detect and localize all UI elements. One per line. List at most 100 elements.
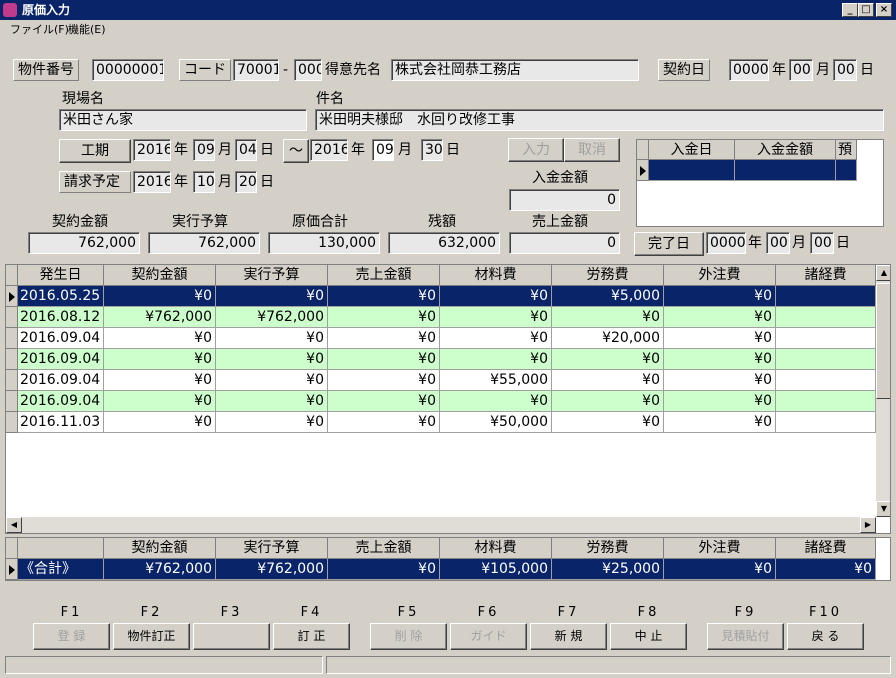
table-cell[interactable]: ¥0	[664, 412, 776, 433]
col-header[interactable]: 外注費	[664, 265, 776, 286]
table-cell[interactable]: 2016.09.04	[18, 370, 104, 391]
table-cell[interactable]	[776, 286, 876, 307]
fkey-button-f10[interactable]: 戻 る	[787, 623, 864, 650]
table-cell[interactable]: ¥0	[104, 370, 216, 391]
deposit-cell[interactable]	[649, 160, 735, 181]
nyukin-amount-field[interactable]: 0	[509, 189, 620, 211]
table-cell[interactable]: ¥762,000	[104, 307, 216, 328]
seikyu-month[interactable]: 10	[193, 171, 215, 193]
table-cell[interactable]: ¥0	[216, 349, 328, 370]
fkey-button-f3[interactable]	[193, 623, 270, 650]
row-indicator[interactable]	[6, 391, 18, 412]
table-cell[interactable]: ¥55,000	[440, 370, 552, 391]
table-cell[interactable]: ¥0	[216, 328, 328, 349]
table-cell[interactable]: ¥0	[104, 412, 216, 433]
col-header[interactable]: 労務費	[552, 265, 664, 286]
input-button[interactable]: 入力	[508, 138, 564, 162]
kouki-to-month[interactable]: 09	[372, 139, 394, 161]
seikyu-day[interactable]: 20	[235, 171, 257, 193]
table-cell[interactable]: ¥0	[664, 328, 776, 349]
kenmei-field[interactable]: 米田明夫様邸 水回り改修工事	[315, 109, 884, 131]
table-cell[interactable]: ¥20,000	[552, 328, 664, 349]
table-cell[interactable]: ¥0	[328, 349, 440, 370]
table-cell[interactable]: ¥0	[664, 349, 776, 370]
table-cell[interactable]: 2016.09.04	[18, 328, 104, 349]
kouki-button[interactable]: 工期	[59, 139, 131, 163]
table-cell[interactable]: ¥0	[440, 349, 552, 370]
kouki-from-day[interactable]: 04	[235, 139, 257, 161]
table-cell[interactable]: ¥0	[440, 328, 552, 349]
table-cell[interactable]: ¥0	[552, 307, 664, 328]
kouki-from-month[interactable]: 09	[193, 139, 215, 161]
row-indicator[interactable]	[6, 286, 18, 307]
table-cell[interactable]: ¥50,000	[440, 412, 552, 433]
table-cell[interactable]	[776, 391, 876, 412]
table-cell[interactable]: ¥0	[104, 391, 216, 412]
code-sub-field[interactable]: 000	[294, 59, 322, 81]
vertical-scrollbar[interactable]: ▲ ▼	[876, 265, 890, 517]
scroll-right-icon[interactable]: ▶	[860, 517, 876, 533]
fkey-button-f2[interactable]: 物件訂正	[113, 623, 190, 650]
table-cell[interactable]: ¥0	[440, 307, 552, 328]
deposit-cell[interactable]	[735, 160, 836, 181]
col-header[interactable]: 諸経費	[776, 265, 876, 286]
table-cell[interactable]: ¥0	[216, 412, 328, 433]
genba-field[interactable]: 米田さん家	[59, 109, 307, 131]
table-cell[interactable]: ¥0	[328, 286, 440, 307]
keiyaku-month[interactable]: 00	[789, 59, 813, 81]
fkey-button-f7[interactable]: 新 規	[530, 623, 607, 650]
table-cell[interactable]: ¥0	[552, 412, 664, 433]
table-cell[interactable]: ¥762,000	[216, 307, 328, 328]
table-cell[interactable]: 2016.09.04	[18, 391, 104, 412]
table-cell[interactable]	[776, 328, 876, 349]
menu-function[interactable]: 機能(E)	[68, 20, 106, 40]
table-cell[interactable]: ¥0	[216, 391, 328, 412]
deposit-grid[interactable]: 入金日 入金金額 預	[636, 139, 884, 227]
row-indicator[interactable]	[6, 349, 18, 370]
row-indicator[interactable]	[6, 412, 18, 433]
kanryo-button[interactable]: 完了日	[634, 232, 704, 256]
kouki-to-day[interactable]: 30	[421, 139, 443, 161]
col-header[interactable]: 発生日	[18, 265, 104, 286]
scroll-up-icon[interactable]: ▲	[876, 265, 890, 281]
table-cell[interactable]: ¥0	[440, 286, 552, 307]
menu-file[interactable]: ファイル(F)	[10, 20, 69, 40]
table-cell[interactable]: ¥0	[328, 328, 440, 349]
table-cell[interactable]: 2016.11.03	[18, 412, 104, 433]
table-cell[interactable]: 2016.05.25	[18, 286, 104, 307]
table-cell[interactable]	[776, 370, 876, 391]
kanryo-day[interactable]: 00	[810, 232, 834, 254]
scroll-down-icon[interactable]: ▼	[876, 501, 890, 517]
horizontal-scrollbar[interactable]: ◀ ▶	[6, 517, 876, 533]
bukken-field[interactable]: 00000001	[92, 59, 164, 81]
col-header[interactable]: 売上金額	[328, 265, 440, 286]
table-cell[interactable]: ¥0	[104, 349, 216, 370]
table-cell[interactable]	[776, 349, 876, 370]
fkey-button-f9[interactable]: 見積貼付	[707, 623, 784, 650]
total-grid[interactable]: 契約金額 実行予算 売上金額 材料費 労務費 外注費 諸経費 《合計》 ¥762,000 ¥762…	[5, 537, 891, 581]
table-cell[interactable]: ¥0	[440, 391, 552, 412]
table-cell[interactable]: ¥0	[328, 391, 440, 412]
cancel-button[interactable]: 取消	[564, 138, 620, 162]
table-cell[interactable]	[776, 412, 876, 433]
col-header[interactable]: 契約金額	[104, 265, 216, 286]
table-cell[interactable]: ¥0	[328, 307, 440, 328]
kouki-from-year[interactable]: 2016	[133, 139, 171, 161]
deposit-cell[interactable]	[836, 160, 857, 181]
tokui-field[interactable]: 株式会社岡恭工務店	[391, 59, 639, 81]
maximize-icon[interactable]: □	[858, 3, 874, 17]
col-header[interactable]: 材料費	[440, 265, 552, 286]
table-cell[interactable]: ¥0	[216, 286, 328, 307]
close-icon[interactable]: ×	[876, 3, 892, 17]
tilde-button[interactable]: ～	[283, 139, 309, 163]
table-cell[interactable]: ¥5,000	[552, 286, 664, 307]
fkey-button-f1[interactable]: 登 録	[33, 623, 110, 650]
scroll-thumb[interactable]	[876, 283, 890, 399]
table-cell[interactable]: ¥0	[664, 307, 776, 328]
row-indicator[interactable]	[6, 307, 18, 328]
table-cell[interactable]	[776, 307, 876, 328]
seikyu-year[interactable]: 2016	[133, 171, 171, 193]
row-indicator[interactable]	[6, 370, 18, 391]
code-field[interactable]: 70001	[233, 59, 279, 81]
fkey-button-f6[interactable]: ガイド	[450, 623, 527, 650]
